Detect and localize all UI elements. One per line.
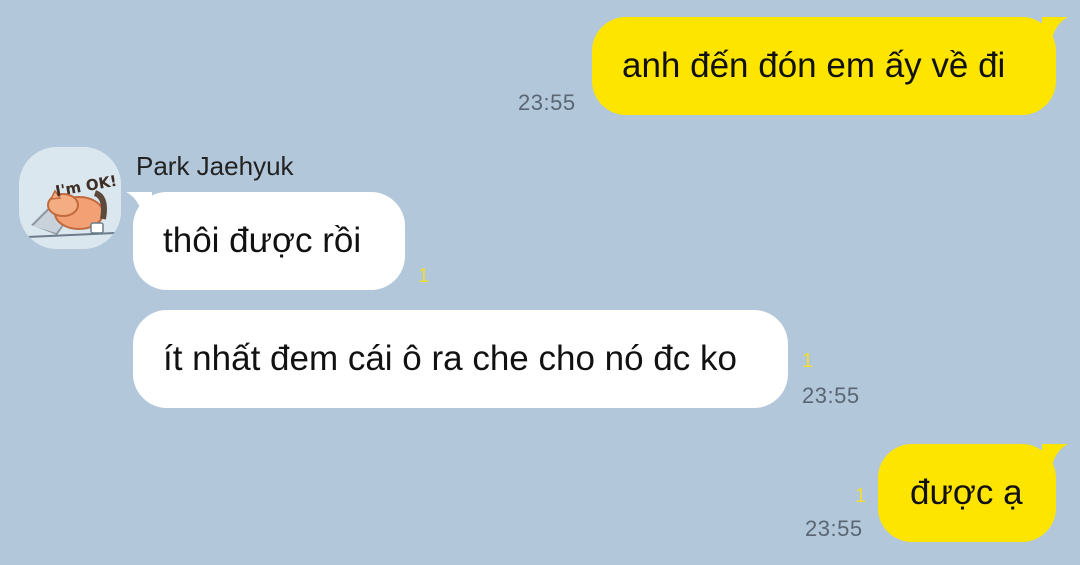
unread-count: 1 bbox=[855, 485, 867, 507]
message-timestamp: 23:55 bbox=[518, 90, 576, 115]
message-bubble-received[interactable]: ít nhất đem cái ô ra che cho nó đc ko bbox=[133, 310, 788, 408]
avatar[interactable]: I'm OK! bbox=[19, 147, 121, 249]
bubble-tail bbox=[1042, 444, 1068, 466]
message-text: ít nhất đem cái ô ra che cho nó đc ko bbox=[163, 339, 737, 378]
message-timestamp: 23:55 bbox=[805, 516, 863, 541]
bubble-tail bbox=[1042, 17, 1068, 39]
message-bubble-sent[interactable]: được ạ bbox=[878, 444, 1056, 542]
unread-count: 1 bbox=[418, 265, 430, 287]
unread-count: 1 bbox=[802, 350, 814, 372]
message-text: được ạ bbox=[910, 473, 1023, 512]
bubble-tail bbox=[126, 192, 152, 214]
message-text: thôi được rồi bbox=[163, 221, 362, 260]
sticker-cat-laptop-icon bbox=[19, 147, 121, 249]
message-bubble-received[interactable]: thôi được rồi bbox=[133, 192, 405, 290]
message-bubble-sent[interactable]: anh đến đón em ấy về đi bbox=[592, 17, 1056, 115]
sender-name: Park Jaehyuk bbox=[136, 151, 294, 181]
chat-room: anh đến đón em ấy về đi 23:55 I'm OK! Pa… bbox=[0, 0, 1080, 565]
message-text: anh đến đón em ấy về đi bbox=[622, 46, 1006, 85]
message-timestamp: 23:55 bbox=[802, 383, 860, 408]
